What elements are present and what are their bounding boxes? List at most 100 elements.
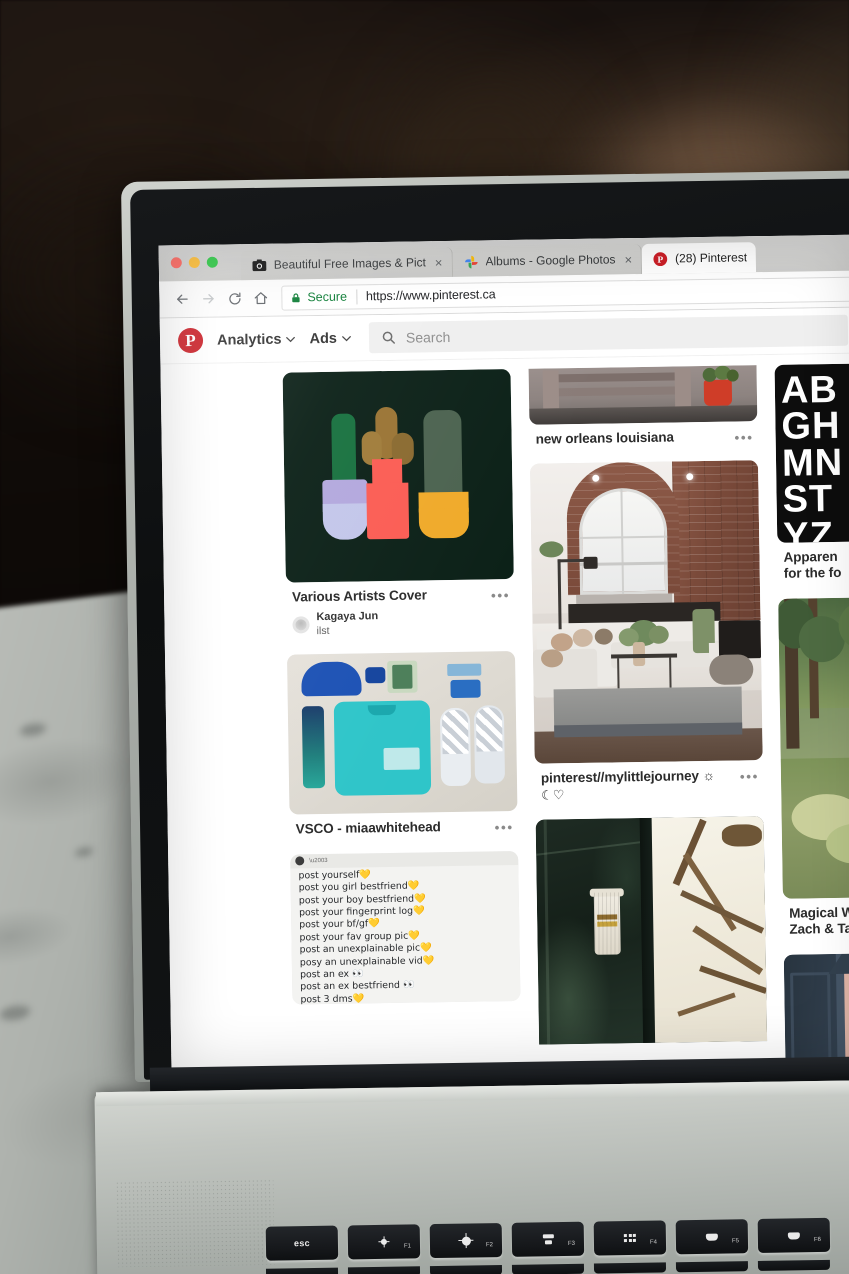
pin-meta: pinterest//mylittlejourney ☼ ☾♡ ••• [535, 761, 764, 804]
key-fn-label: F2 [485, 1242, 494, 1249]
pin-title: pinterest//mylittlejourney ☼ [540, 768, 715, 787]
pin-image[interactable] [783, 951, 849, 1072]
pin-image[interactable] [535, 815, 768, 1045]
key-f4-launchpad[interactable]: F4 [593, 1220, 667, 1256]
pin-card[interactable] [535, 815, 768, 1045]
pin-image[interactable]: \u2003 post yourself💛 post you girl best… [290, 850, 521, 1005]
key-label: esc [293, 1238, 310, 1249]
pin-card[interactable]: VSCO - miaawhitehead ••• [287, 651, 518, 838]
pin-author-name: Kagaya Jun [316, 610, 379, 624]
loft-interior-art [530, 460, 763, 765]
omnibox-divider [355, 288, 358, 304]
close-window-button[interactable] [170, 257, 182, 269]
avatar [292, 616, 310, 634]
pin-column-3: AB GH MN ST YZ 56 Apparen for th [774, 362, 849, 1072]
keyboard-backlight-up-icon [787, 1231, 800, 1240]
laptop-speaker-grille [115, 1178, 275, 1268]
specimen-row: ST [782, 478, 834, 522]
tab-title: (28) Pinterest [674, 250, 748, 266]
pin-meta: Magical W Zach & Ta [783, 896, 849, 939]
marble-sconce-art [535, 815, 768, 1045]
address-bar[interactable]: Secure https://www.pinterest.ca [281, 276, 849, 311]
type-specimen-art: AB GH MN ST YZ 56 [774, 362, 849, 543]
pin-options-button[interactable]: ••• [491, 586, 510, 603]
nav-ads[interactable]: Ads [309, 330, 351, 347]
pin-card[interactable]: pinterest//mylittlejourney ☼ ☾♡ ••• [530, 460, 764, 804]
pin-card[interactable]: \u2003 post yourself💛 post you girl best… [290, 850, 521, 1005]
pin-card[interactable]: new orleans louisiana ••• [528, 365, 758, 448]
pin-options-button[interactable]: ••• [494, 818, 513, 835]
pin-image[interactable] [287, 651, 518, 815]
pin-title: Magical W [789, 904, 849, 921]
minimize-window-button[interactable] [188, 256, 200, 269]
key-f1-brightness-down[interactable]: F1 [347, 1224, 421, 1260]
svg-text:P: P [658, 255, 664, 265]
window-controls[interactable] [170, 256, 218, 269]
pin-subtitle: ☾♡ [541, 787, 565, 803]
key-esc[interactable]: esc [265, 1225, 339, 1261]
pin-meta: new orleans louisiana ••• [529, 421, 757, 448]
pin-title: Various Artists Cover [291, 587, 427, 605]
reload-icon[interactable] [221, 285, 247, 311]
browser-window: Beautiful Free Images & Pictur × Albums … [158, 234, 849, 1072]
key-f3-mission-control[interactable]: F3 [511, 1221, 585, 1257]
brightness-up-icon [461, 1236, 471, 1246]
pin-title: new orleans louisiana [535, 429, 674, 447]
specimen-row: YZ [782, 514, 835, 543]
chevron-down-icon [286, 336, 296, 342]
avatar [295, 856, 305, 866]
pin-image[interactable]: AB GH MN ST YZ 56 [774, 362, 849, 543]
pin-attribution[interactable]: Kagaya Jun ilst [286, 602, 514, 638]
text-list-header: \u2003 [290, 850, 519, 869]
pin-options-button[interactable]: ••• [740, 768, 759, 785]
nav-analytics[interactable]: Analytics [217, 331, 296, 348]
browser-tab-3[interactable]: P (28) Pinterest [641, 242, 757, 274]
photo-scene: Beautiful Free Images & Pictur × Albums … [0, 0, 849, 1274]
mission-control-icon [542, 1234, 554, 1245]
navy-door-art [783, 951, 849, 1072]
search-input[interactable]: Search [368, 314, 849, 354]
key-fn-label: F1 [403, 1243, 412, 1250]
pin-card[interactable] [783, 951, 849, 1072]
pin-card[interactable]: Magical W Zach & Ta [778, 595, 849, 939]
pin-options-button[interactable]: ••• [734, 428, 753, 445]
tab-close-button[interactable]: × [435, 255, 443, 270]
camera-icon [252, 259, 267, 271]
vsco-flatlay-art [287, 651, 518, 815]
pin-column-1: Various Artists Cover ••• Kagaya Jun ils… [282, 369, 522, 1071]
search-icon [382, 331, 395, 344]
pin-card[interactable]: Various Artists Cover ••• Kagaya Jun ils… [282, 369, 515, 639]
key-f6-keyboard-backlight-up[interactable]: F6 [757, 1217, 831, 1253]
pin-grid: Various Artists Cover ••• Kagaya Jun ils… [160, 353, 849, 1072]
various-artists-cover-art [282, 369, 514, 583]
launchpad-icon [623, 1234, 637, 1242]
google-photos-icon [464, 255, 478, 268]
keyboard-backlight-down-icon [705, 1233, 718, 1241]
maximize-window-button[interactable] [206, 256, 218, 268]
tab-close-button[interactable]: × [624, 252, 632, 267]
home-icon[interactable] [247, 285, 273, 311]
pin-title-line2: Zach & Ta [789, 921, 849, 938]
list-item: post 3 dms💛 [300, 993, 365, 1005]
pin-meta: Various Artists Cover ••• [286, 579, 514, 606]
garden-florals-art [778, 595, 849, 899]
pin-image[interactable] [530, 460, 763, 765]
pin-column-2: new orleans louisiana ••• pinterest//myl… [528, 365, 768, 1068]
security-label: Secure [307, 289, 348, 305]
pin-image[interactable] [282, 369, 514, 583]
browser-tab-1[interactable]: Beautiful Free Images & Pictur × [240, 246, 453, 281]
key-fn-label: F3 [567, 1240, 576, 1247]
browser-tab-2[interactable]: Albums - Google Photos × [452, 243, 643, 277]
key-f5-keyboard-backlight-down[interactable]: F5 [675, 1219, 749, 1255]
key-f2-brightness-up[interactable]: F2 [429, 1223, 503, 1259]
back-arrow-icon[interactable] [169, 286, 195, 312]
pin-image[interactable] [778, 595, 849, 899]
key-fn-label: F4 [649, 1239, 658, 1246]
key-fn-label: F6 [813, 1236, 821, 1244]
forward-arrow-icon [195, 286, 221, 312]
pin-board-name: ilst [316, 625, 330, 638]
pin-card[interactable]: AB GH MN ST YZ 56 Apparen for th [774, 362, 849, 583]
pinterest-logo[interactable]: P [177, 327, 204, 354]
pin-image[interactable] [528, 365, 758, 425]
search-placeholder: Search [405, 328, 451, 346]
